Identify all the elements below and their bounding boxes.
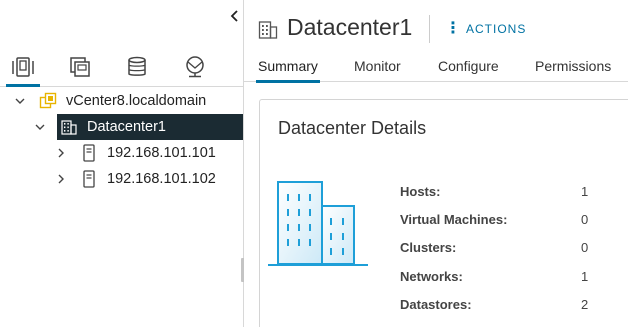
chevron-right-icon[interactable] — [55, 173, 67, 185]
tree-item-label: 192.168.101.101 — [107, 145, 216, 161]
detail-value: 0 — [581, 240, 589, 255]
detail-label: Datastores: — [400, 297, 472, 312]
datacenter-details-card: Datacenter Details Hosts: 1 Virtual Mach… — [259, 99, 628, 327]
tab-monitor[interactable]: Monitor — [354, 58, 401, 74]
detail-label: Hosts: — [400, 184, 441, 199]
chevron-down-icon[interactable] — [14, 95, 26, 107]
detail-row-networks: Networks: 1 — [400, 269, 600, 287]
detail-label: Networks: — [400, 269, 463, 284]
chevron-left-icon — [230, 10, 238, 22]
detail-row-hosts: Hosts: 1 — [400, 184, 600, 202]
tab-permissions[interactable]: Permissions — [535, 58, 611, 74]
datacenter-illustration-icon — [268, 181, 368, 266]
actions-label: ACTIONS — [466, 22, 527, 36]
page-title: Datacenter1 — [287, 14, 413, 40]
detail-value: 2 — [581, 297, 589, 312]
vms-templates-icon — [70, 57, 90, 77]
hosts-clusters-icon — [12, 57, 34, 77]
detail-label: Virtual Machines: — [400, 212, 508, 227]
tab-summary[interactable]: Summary — [256, 58, 320, 83]
navigator-pane: vCenter8.localdomain Datacenter1 192.168… — [0, 0, 243, 327]
tab-storage[interactable] — [122, 52, 152, 82]
detail-label: Clusters: — [400, 240, 457, 255]
tab-networking[interactable] — [180, 52, 210, 82]
collapse-navigator-button[interactable] — [228, 9, 242, 27]
tab-hosts-and-clusters[interactable] — [6, 52, 40, 87]
host-icon — [80, 144, 98, 162]
title-divider — [429, 15, 430, 43]
tree-item-label: 192.168.101.102 — [107, 171, 216, 187]
tab-vms-and-templates[interactable] — [65, 52, 95, 82]
tree-item-label: vCenter8.localdomain — [66, 93, 207, 109]
detail-value: 1 — [581, 184, 589, 199]
tree-item-label: Datacenter1 — [87, 119, 166, 135]
detail-value: 1 — [581, 269, 589, 284]
detail-value: 0 — [581, 212, 589, 227]
storage-icon — [128, 56, 146, 76]
tree-item-vcenter[interactable]: vCenter8.localdomain — [0, 88, 243, 114]
navigator-tabs — [0, 50, 243, 87]
vertical-ellipsis-icon: ⋮ — [445, 20, 461, 37]
chevron-right-icon[interactable] — [55, 147, 67, 159]
main-content: Datacenter1 ⋮ ACTIONS Summary Monitor Co… — [244, 0, 628, 327]
object-tabs: Summary Monitor Configure Permissions — [244, 52, 628, 83]
networking-icon — [186, 56, 204, 78]
datacenter-icon — [258, 20, 278, 40]
host-icon — [80, 170, 98, 188]
detail-row-datastores: Datastores: 2 — [400, 297, 600, 315]
detail-row-virtual-machines: Virtual Machines: 0 — [400, 212, 600, 230]
datacenter-icon — [60, 118, 78, 136]
actions-menu-button[interactable]: ⋮ ACTIONS — [445, 21, 526, 37]
tab-configure[interactable]: Configure — [438, 58, 499, 74]
card-title: Datacenter Details — [278, 118, 427, 138]
tree-item-host[interactable]: 192.168.101.101 — [0, 140, 243, 166]
chevron-down-icon[interactable] — [34, 121, 46, 133]
detail-row-clusters: Clusters: 0 — [400, 240, 600, 258]
tree-item-host[interactable]: 192.168.101.102 — [0, 166, 243, 192]
tree-item-datacenter[interactable]: Datacenter1 — [0, 114, 243, 140]
vcenter-icon — [39, 92, 57, 110]
